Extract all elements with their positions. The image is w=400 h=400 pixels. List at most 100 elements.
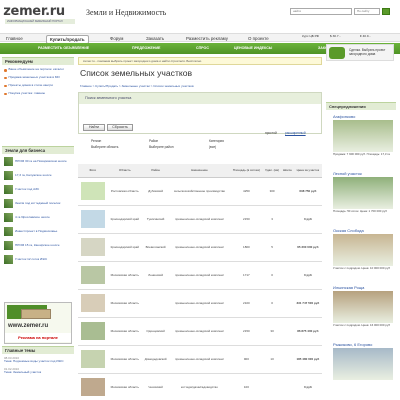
filter-area-select[interactable]: Выберите район [149,145,173,149]
recommend-link[interactable]: Проекты домов в стиле кантри [9,83,53,88]
special-offer-card[interactable]: Лесной участок Площадь: 50 соток. Цена: 1… [333,171,395,214]
listing-photo-cell[interactable] [78,289,108,318]
search-button[interactable] [382,8,390,15]
subnav-offer[interactable]: ПРЕДЛОЖЕНИЕ [132,46,160,50]
ad-house-image [21,309,51,319]
listing-photo[interactable] [80,265,105,284]
offer-title[interactable]: Агафонково [333,114,395,119]
table-row[interactable]: Московская область Ленинский промышленно-с… [78,261,322,290]
listing-photo[interactable] [80,209,105,228]
list-item[interactable]: ПРОМ 30 га на Новорижском шоссе [4,157,74,166]
offer-photo[interactable] [333,234,393,266]
reset-button[interactable]: Сбросить [107,124,133,131]
listing-photo[interactable] [80,349,105,368]
table-row[interactable]: Московская область промышленно-складской … [78,289,322,318]
recommend-link[interactable]: Продажа земельных участков в МО [9,75,60,80]
list-item[interactable]: Покупка участка: главное [4,91,74,96]
list-item[interactable]: Ваше объявление на портале: каталог [4,67,74,72]
special-offer-card[interactable]: Рыжиково, 6 Егорово [333,342,395,381]
recommend-link[interactable]: Покупка участка: главное [9,91,46,96]
offer-title[interactable]: Ильинская Роща [333,285,395,290]
cell-region: Московская область [107,289,143,318]
col-highway[interactable]: Шоссе [281,164,294,178]
offer-photo[interactable] [333,348,393,380]
business-link[interactable]: 17,3 га, Калужское шоссе [15,173,52,178]
business-link[interactable]: ПРОМ 15 га, Каширское шоссе [15,243,60,248]
list-item[interactable]: Инвестпроект в Подмосковье [4,227,74,236]
listing-photo-cell[interactable] [78,233,108,262]
list-item[interactable]: ПРОМ 15 га, Каширское шоссе [4,241,74,250]
forum-topic-link[interactable]: Тема: Земельный участок [4,370,74,375]
listing-photo[interactable] [80,377,105,396]
table-row[interactable]: Ростовская область Дубовский сельскохозяйс… [78,177,322,206]
listing-photo-cell[interactable] [78,261,108,290]
bullet-icon [4,69,7,72]
offer-title[interactable]: Рыжиково, 6 Егорово [333,342,395,347]
col-district[interactable]: Район [142,164,170,178]
list-item[interactable]: Участок под АЗС [4,185,74,194]
listing-photo[interactable] [80,237,105,256]
col-area[interactable]: Площадь (в сотках) [229,164,264,178]
offer-photo[interactable] [333,177,393,209]
listing-photo-cell[interactable] [78,177,108,206]
find-button[interactable]: Найти [83,124,105,131]
col-distance[interactable]: Удал. (км) [263,164,282,178]
subnav-demand[interactable]: СПРОС [196,46,209,50]
business-link[interactable]: Инвестпроект в Подмосковье [15,229,57,234]
nav-order[interactable]: Заказать [146,35,164,42]
list-item[interactable]: 17,3 га, Калужское шоссе [4,171,74,180]
business-link[interactable]: Земля под коттеджный поселок [15,201,60,206]
special-offer-card[interactable]: Агафонково Продажа: 7 900 000 руб. Площад… [333,114,395,157]
table-row[interactable]: Московская область Домодедовский промышлен… [78,345,322,374]
table-row[interactable]: Краснодарский край Всеволожский промышленн… [78,233,322,262]
offer-photo[interactable] [333,291,393,323]
list-item[interactable]: Участок 12 соток ИЖС [4,255,74,264]
col-region[interactable]: Область [107,164,143,178]
list-item[interactable]: Земля под коттеджный поселок [4,199,74,208]
listing-photo-cell[interactable] [78,317,108,346]
listing-photo[interactable] [80,321,105,340]
nav-forum[interactable]: Форум [110,35,123,42]
filter-region-select[interactable]: Выберите область [91,145,118,149]
nav-home[interactable]: Главное [6,35,23,42]
subnav-price-index[interactable]: ЦЕНОВЫЕ ИНДЕКСЫ [234,46,272,50]
recommend-link[interactable]: Ваше объявление на портале: каталог [9,67,65,72]
col-price[interactable]: Цена за участок [293,164,322,178]
forum-topic-link[interactable]: Тема: Подземные воды участок под ИЖС [4,359,74,364]
col-purpose[interactable]: Назначение [169,164,230,178]
listing-photo[interactable] [80,293,105,312]
business-link[interactable]: 4 га Ярославское шоссе [15,215,50,220]
listing-photo[interactable] [80,181,105,200]
offer-title[interactable]: Лесной участок [333,171,395,176]
list-item[interactable]: Продажа земельных участков в МО [4,75,74,80]
breadcrumb[interactable]: Главное > Купить/Продать > Земельные уча… [80,84,194,88]
filter-category-select[interactable]: (все) [209,145,216,149]
business-link[interactable]: Участок под АЗС [15,187,39,192]
filter-advanced-tab[interactable]: расширенный [285,131,306,135]
listing-photo-cell[interactable] [78,373,108,400]
project-promo-button[interactable]: Сделка. Выбрать проект загородного дома [326,44,394,61]
offer-title[interactable]: Окская Слобода [333,228,395,233]
site-logo[interactable]: zzemer.ru [3,4,65,19]
search-scope-select[interactable]: По сайту [354,8,380,15]
list-item[interactable]: Проекты домов в стиле кантри [4,83,74,88]
listing-photo-cell[interactable] [78,345,108,374]
special-offer-card[interactable]: Окская Слобода Участок с подрядом. Цена: … [333,228,395,271]
table-row[interactable]: Краснодарский край Туапсинский промышленно… [78,205,322,234]
filter-simple-tab[interactable]: простой [265,131,277,135]
subnav-post-ad[interactable]: РАЗМЕСТИТЬ ОБЪЯВЛЕНИЕ [38,46,89,50]
search-input[interactable]: найти [290,8,352,15]
business-link[interactable]: Участок 12 соток ИЖС [15,257,47,262]
listing-photo-cell[interactable] [78,205,108,234]
offer-photo[interactable] [333,120,393,152]
list-item[interactable]: 4 га Ярославское шоссе [4,213,74,222]
nav-advertise[interactable]: Разместить рекламу [186,35,228,42]
table-row[interactable]: Московская область Одинцовский промышленно… [78,317,322,346]
portal-ad-banner[interactable]: www.zemer.ru Реклама на портале [4,302,72,344]
cell-district: Ленинский [142,261,170,290]
table-row[interactable]: Московская область Чеховский коттедж/дача/… [78,373,322,400]
nav-about[interactable]: О проекте [248,35,269,42]
business-link[interactable]: ПРОМ 30 га на Новорижском шоссе [15,159,67,164]
special-offer-card[interactable]: Ильинская Роща Участок с подрядом. Цена: … [333,285,395,328]
promo-notice[interactable]: zemer.ru - поможем выбрать проект загоро… [78,57,322,65]
